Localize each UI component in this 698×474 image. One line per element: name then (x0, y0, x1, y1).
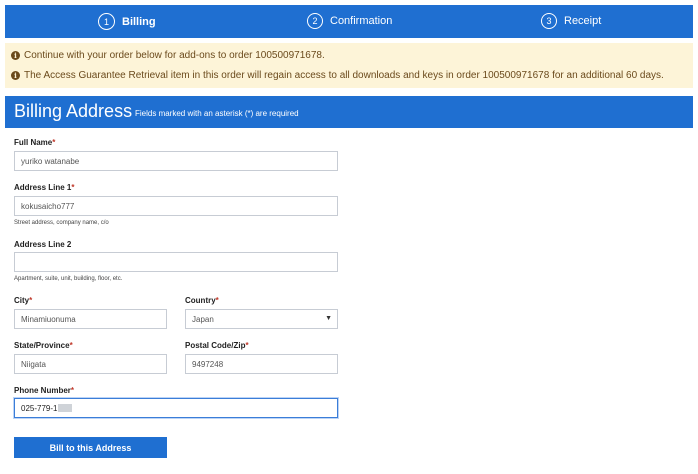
address2-label: Address Line 2 (14, 240, 71, 249)
field-value: 025-779-1 (21, 403, 58, 413)
chevron-down-icon: ▼ (325, 315, 332, 322)
address1-help: Street address, company name, c/o (14, 220, 109, 226)
country-select[interactable]: Japan ▼ (185, 309, 338, 329)
step-label: Receipt (564, 15, 602, 27)
required-mark: * (29, 296, 33, 305)
label-text: Full Name (14, 138, 53, 147)
notice-item: i Continue with your order below for add… (11, 50, 325, 61)
full-name-label: Full Name* (14, 138, 55, 147)
notice-text: Continue with your order below for add-o… (24, 50, 325, 61)
address2-help: Apartment, suite, unit, building, floor,… (14, 276, 123, 282)
state-field[interactable]: Niigata (14, 354, 167, 374)
notice-item: i The Access Guarantee Retrieval item in… (11, 70, 664, 81)
label-text: Address Line 1 (14, 183, 72, 192)
label-text: Address Line 2 (14, 240, 72, 249)
step-receipt[interactable]: 3 Receipt (541, 13, 601, 29)
step-label: Billing (122, 15, 156, 28)
field-value: kokusaicho777 (21, 201, 75, 211)
billing-address-header: Billing Address Fields marked with an as… (5, 96, 693, 128)
city-label: City* (14, 296, 32, 305)
required-mark: * (69, 341, 73, 350)
step-label: Confirmation (330, 15, 393, 27)
info-icon: i (11, 51, 20, 60)
step-number: 2 (307, 13, 323, 29)
required-mark: * (70, 386, 75, 395)
bill-to-address-button[interactable]: Bill to this Address (14, 437, 167, 458)
city-field[interactable]: Minamiuonuma (14, 309, 167, 329)
step-number: 1 (98, 13, 115, 30)
field-value: Niigata (21, 359, 46, 369)
label-text: Postal Code/Zip (185, 341, 246, 350)
field-value: Minamiuonuma (21, 314, 76, 324)
address2-field[interactable] (14, 252, 338, 272)
address1-field[interactable]: kokusaicho777 (14, 196, 338, 216)
field-value: Japan (192, 314, 214, 324)
label-text: State/Province (14, 341, 70, 350)
required-mark: * (71, 183, 75, 192)
state-label: State/Province* (14, 341, 73, 350)
phone-field[interactable]: 025-779-1 (14, 398, 338, 418)
field-value: yuriko watanabe (21, 156, 80, 166)
label-text: Country (185, 296, 216, 305)
field-value: 9497248 (192, 359, 224, 369)
required-mark: * (215, 296, 219, 305)
order-notices: i Continue with your order below for add… (5, 43, 693, 88)
address1-label: Address Line 1* (14, 183, 74, 192)
info-icon: i (11, 71, 20, 80)
section-subtitle: Fields marked with an asterisk (*) are r… (135, 109, 299, 118)
step-number: 3 (541, 13, 557, 29)
postal-field[interactable]: 9497248 (185, 354, 338, 374)
required-mark: * (52, 138, 56, 147)
required-mark: * (245, 341, 249, 350)
postal-label: Postal Code/Zip* (185, 341, 249, 350)
notice-text: The Access Guarantee Retrieval item in t… (24, 70, 664, 81)
redaction-mask (58, 404, 73, 412)
phone-label: Phone Number* (14, 386, 74, 395)
full-name-field[interactable]: yuriko watanabe (14, 151, 338, 171)
country-label: Country* (185, 296, 219, 305)
label-text: City (14, 296, 30, 305)
step-billing[interactable]: 1 Billing (98, 13, 156, 30)
section-title: Billing Address (14, 101, 133, 121)
step-confirmation[interactable]: 2 Confirmation (307, 13, 392, 29)
checkout-steps: 1 Billing 2 Confirmation 3 Receipt (5, 5, 693, 38)
label-text: Phone Number (14, 386, 71, 395)
